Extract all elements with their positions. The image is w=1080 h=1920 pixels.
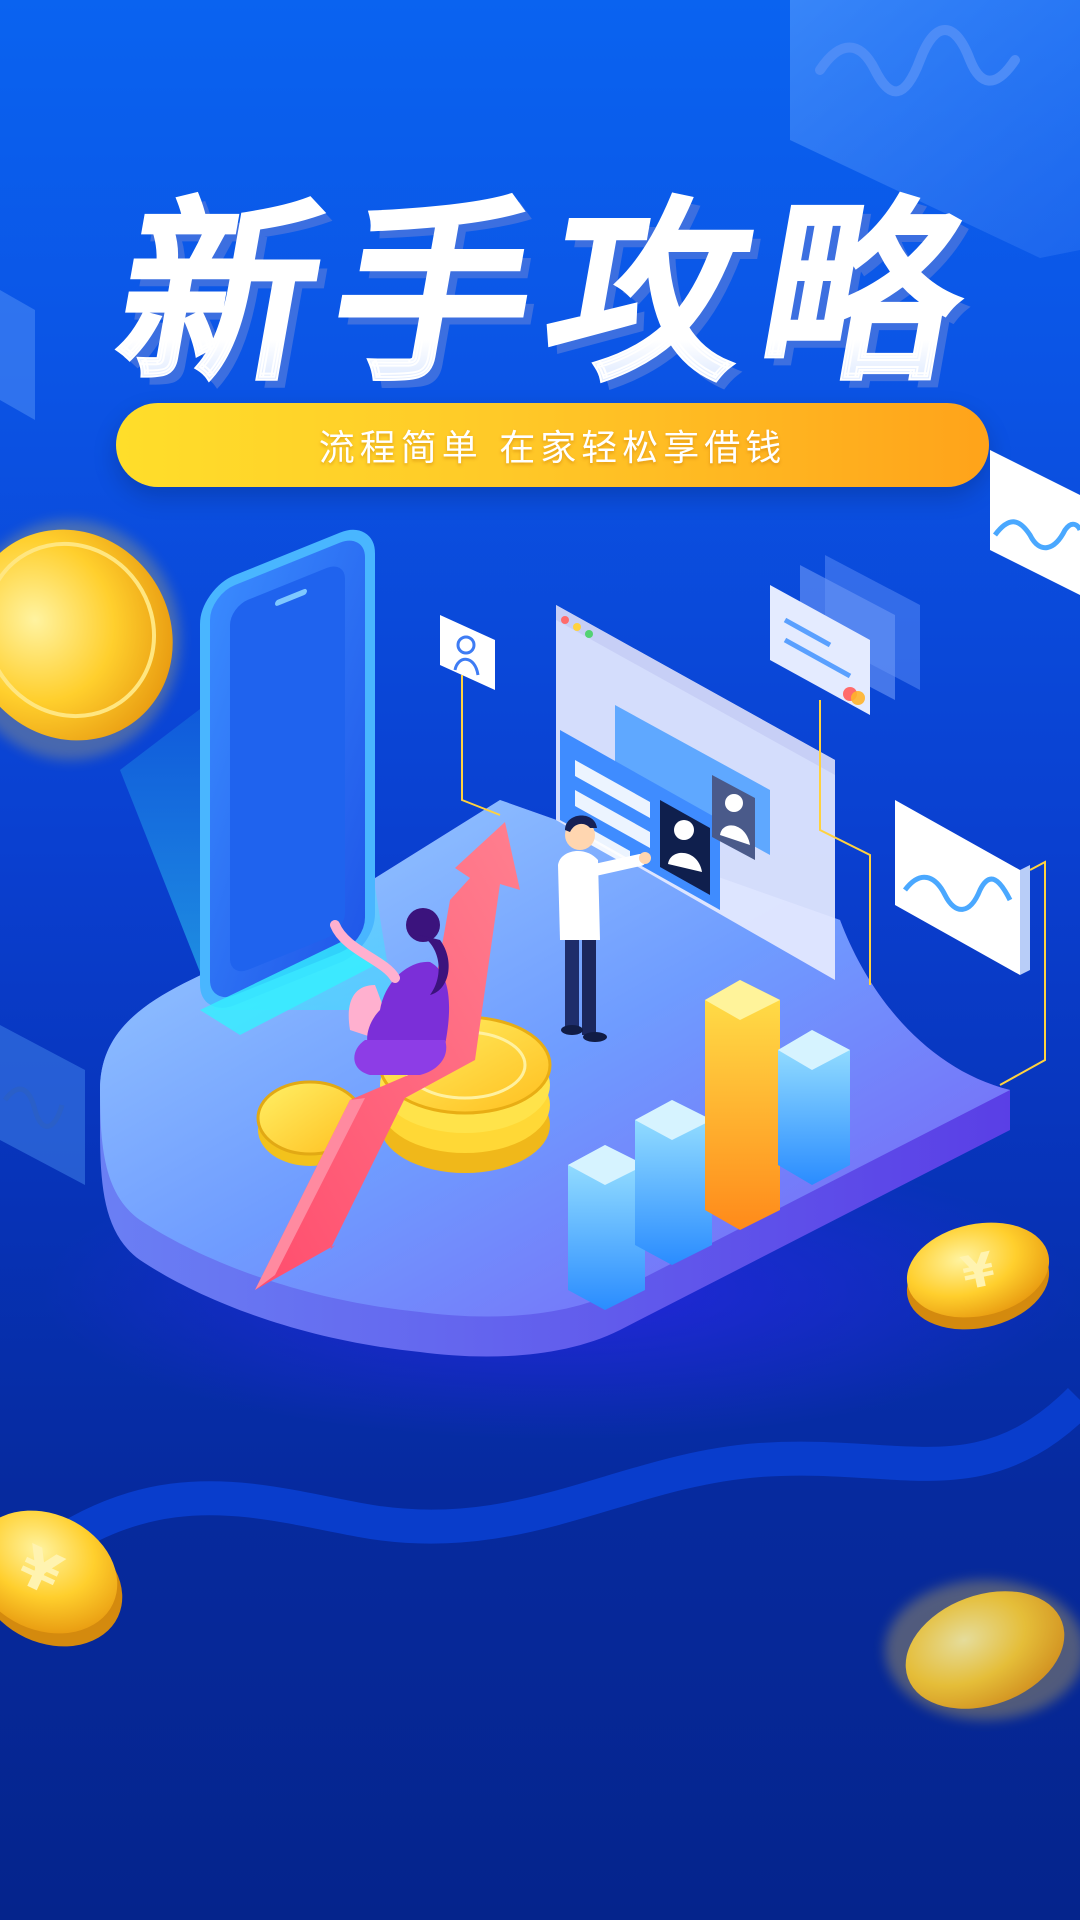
wave-chart-icon: [990, 450, 1080, 595]
hero-illustration: ¥ ¥: [0, 450, 1080, 1720]
coin-icon: [885, 1580, 1080, 1720]
person-icon: [440, 615, 501, 816]
poster: 新手攻略 新手攻略 流程简单 在家轻松享借钱 ¥ ¥: [0, 0, 1080, 1920]
coin-icon: ¥: [906, 1222, 1050, 1330]
coin-icon: ¥: [0, 1510, 123, 1647]
